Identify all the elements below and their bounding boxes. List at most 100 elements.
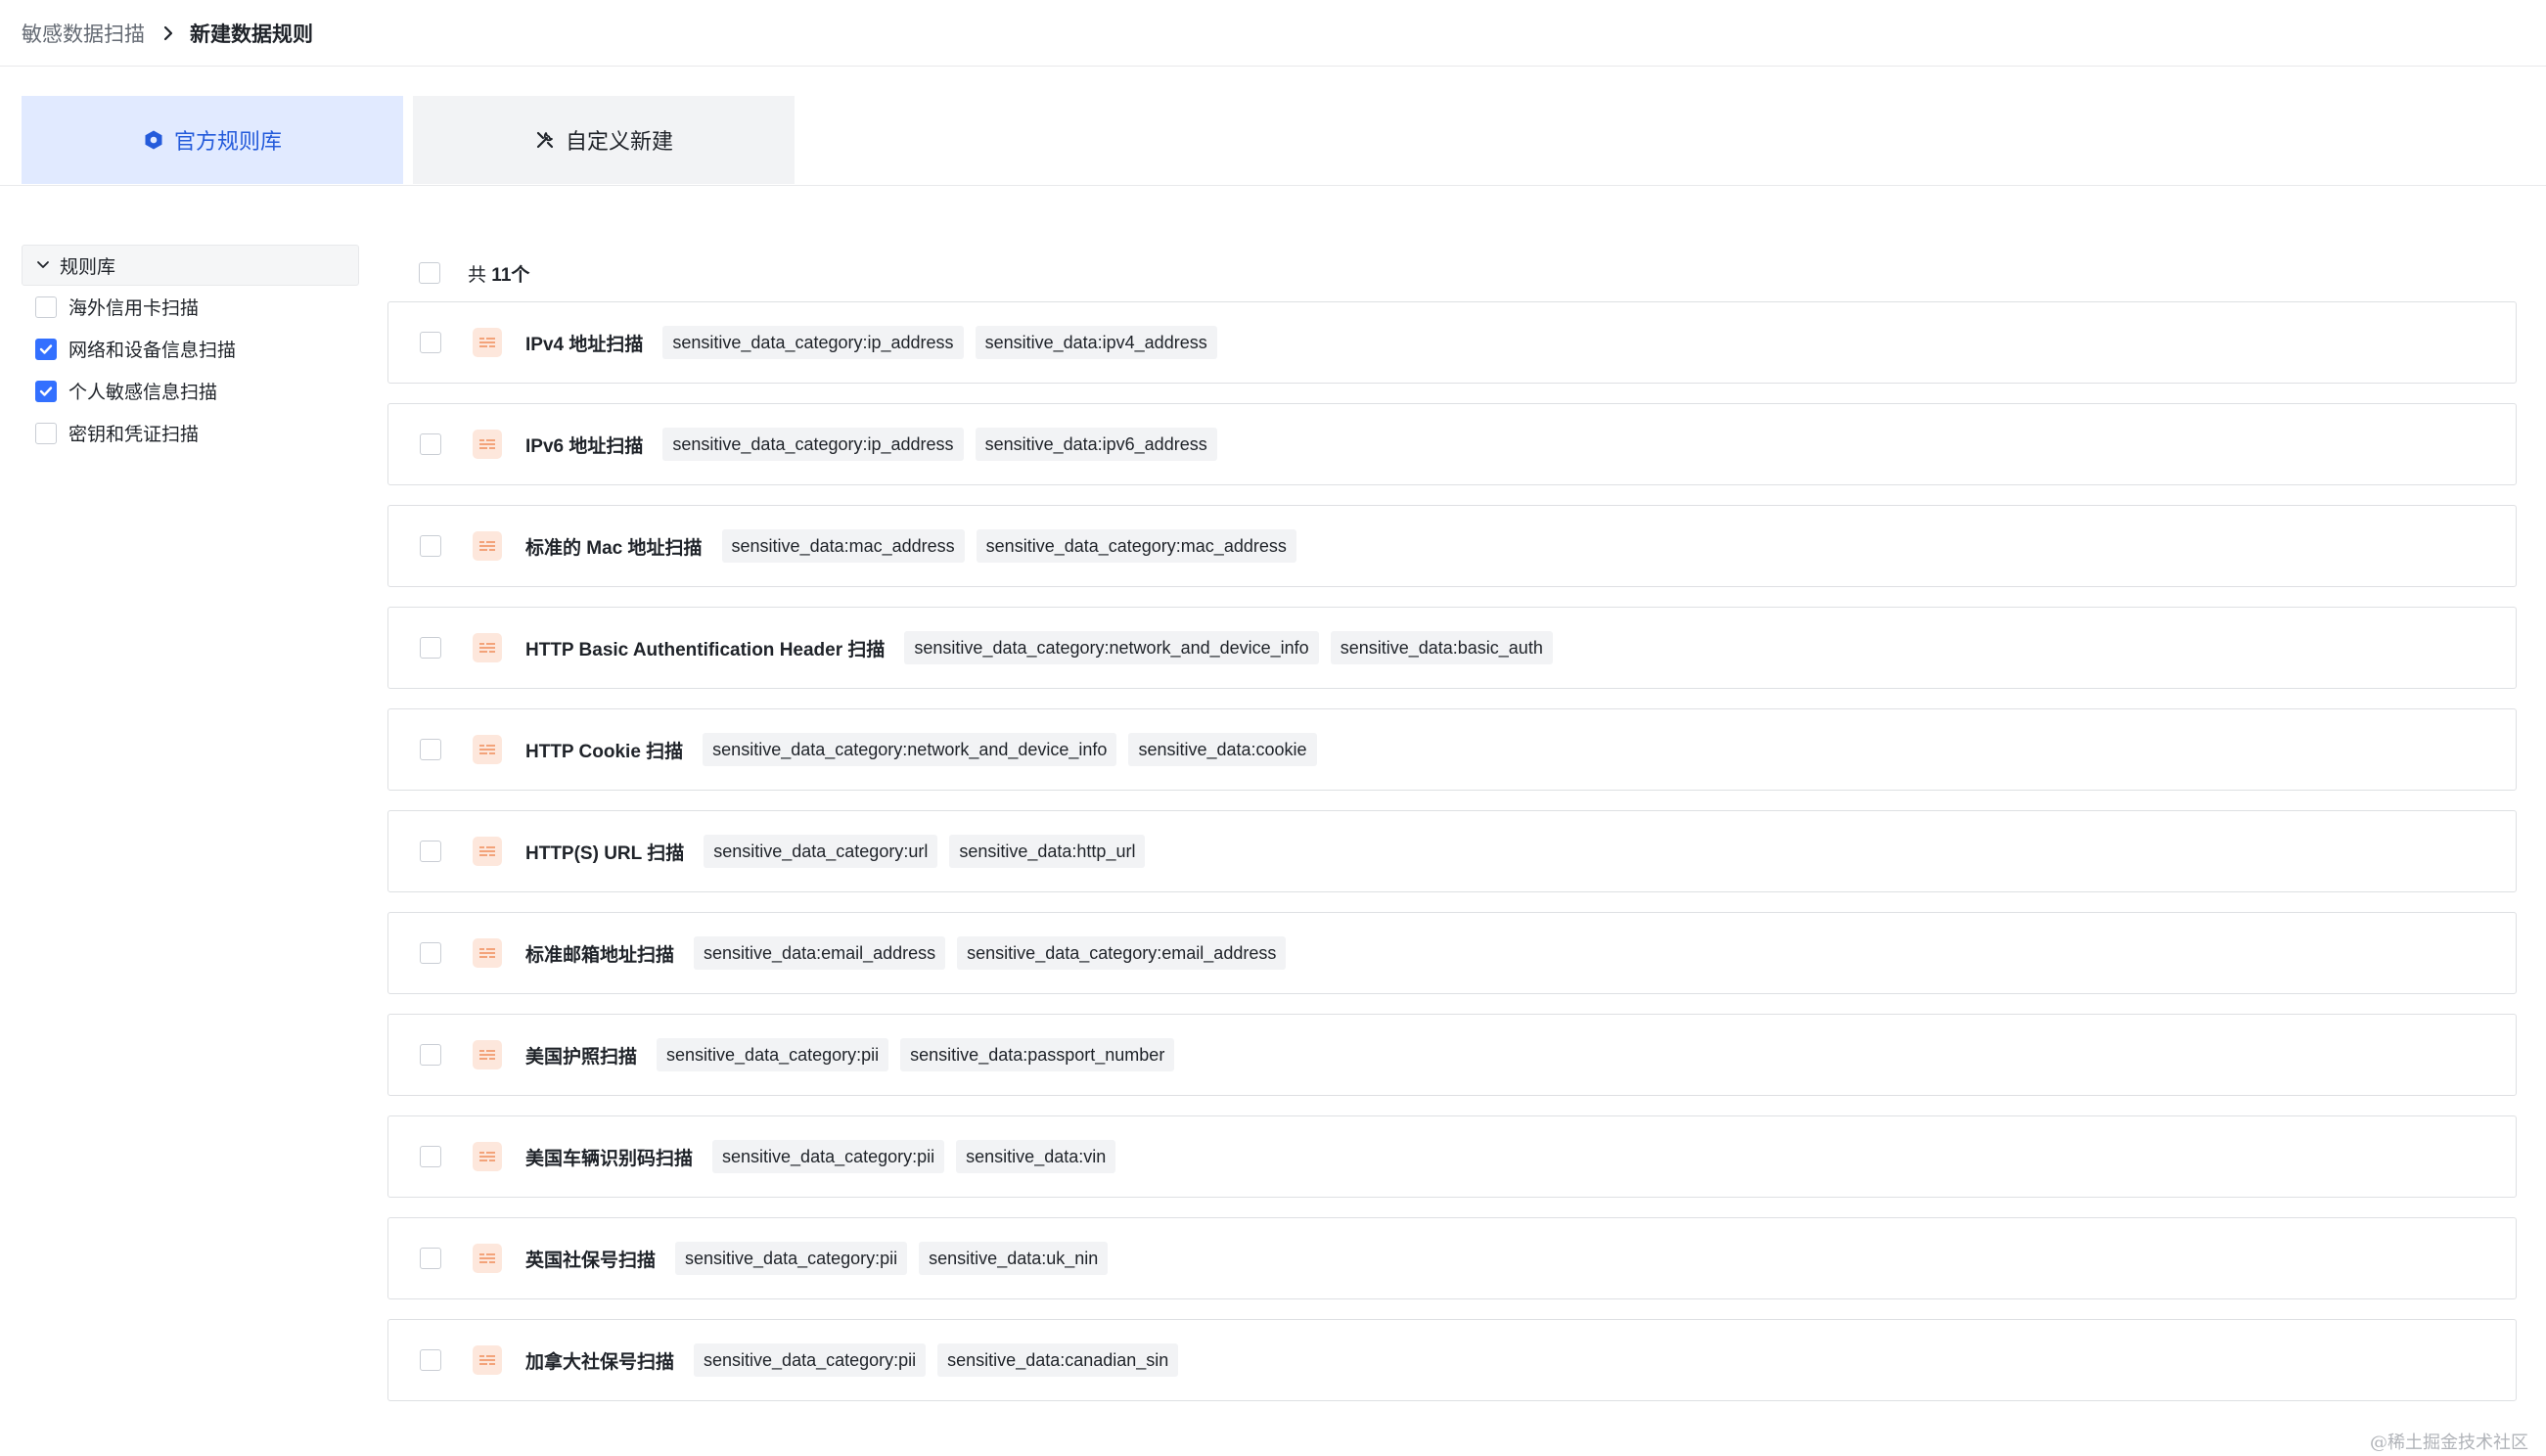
- chevron-down-icon: [36, 260, 50, 270]
- rule-tag: sensitive_data:cookie: [1128, 733, 1317, 766]
- tree-item[interactable]: 海外信用卡扫描: [22, 286, 359, 328]
- rule-list-icon: [473, 430, 502, 459]
- rule-list-icon: [473, 1040, 502, 1069]
- rule-row[interactable]: IPv4 地址扫描 sensitive_data_category:ip_addr…: [387, 301, 2517, 384]
- rule-name: 英国社保号扫描: [525, 1250, 657, 1271]
- rule-row[interactable]: IPv6 地址扫描 sensitive_data_category:ip_addr…: [387, 403, 2517, 485]
- tree-item-checkbox[interactable]: [35, 422, 57, 444]
- tools-icon: [534, 129, 556, 151]
- rule-list-icon: [473, 938, 502, 968]
- rule-name: HTTP(S) URL 扫描: [525, 842, 685, 864]
- tree-item-checkbox[interactable]: [35, 338, 57, 360]
- rule-checkbox[interactable]: [420, 637, 441, 659]
- mode-tabs: 官方规则库 自定义新建: [0, 67, 2546, 186]
- tree-item-label: 密钥和凭证扫描: [68, 425, 200, 445]
- tree-item-checkbox[interactable]: [35, 380, 57, 402]
- rule-tag: sensitive_data:canadian_sin: [937, 1343, 1179, 1377]
- tree-group-header[interactable]: 规则库: [22, 245, 359, 286]
- rule-row[interactable]: 英国社保号扫描 sensitive_data_category:pii sensit…: [387, 1217, 2517, 1299]
- tree-item[interactable]: 密钥和凭证扫描: [22, 412, 359, 454]
- select-all-checkbox[interactable]: [419, 262, 440, 284]
- rule-tag: sensitive_data_category:pii: [657, 1038, 889, 1071]
- rule-tag: sensitive_data_category:network_and_devi…: [904, 631, 1319, 664]
- rule-row[interactable]: 标准的 Mac 地址扫描 sensitive_data:mac_address se…: [387, 505, 2517, 587]
- rule-tag: sensitive_data_category:mac_address: [976, 529, 1296, 563]
- rule-list-icon: [473, 837, 502, 866]
- breadcrumb-parent-link[interactable]: 敏感数据扫描: [22, 19, 145, 48]
- list-header: 共 11个: [387, 245, 2517, 301]
- tab-official-library[interactable]: 官方规则库: [22, 96, 403, 184]
- tab-label: 官方规则库: [173, 129, 282, 154]
- rule-list-icon: [473, 531, 502, 561]
- breadcrumb: 敏感数据扫描 新建数据规则: [0, 0, 2546, 67]
- shield-hexagon-icon: [143, 129, 164, 151]
- rule-name: 标准的 Mac 地址扫描: [525, 537, 703, 559]
- rule-tag: sensitive_data:mac_address: [721, 529, 965, 563]
- rule-tag: sensitive_data:vin: [956, 1140, 1116, 1173]
- rule-tag: sensitive_data_category:ip_address: [662, 428, 964, 461]
- watermark: @稀土掘金技术社区: [2370, 1433, 2528, 1453]
- rule-name: 美国护照扫描: [525, 1046, 638, 1068]
- rule-name: HTTP Basic Authentification Header 扫描: [525, 639, 886, 660]
- total-count: 11个: [491, 264, 530, 286]
- rule-library-tree: 规则库 海外信用卡扫描网络和设备信息扫描 个人敏感信息扫描 密钥和凭证扫描: [22, 245, 359, 454]
- rule-checkbox[interactable]: [420, 1146, 441, 1167]
- rule-checkbox[interactable]: [420, 1044, 441, 1066]
- rule-name: 美国车辆识别码扫描: [525, 1148, 694, 1169]
- rule-list: 共 11个 IPv4 地址扫描 sensitive_data_category:i…: [387, 245, 2517, 1421]
- rule-tag: sensitive_data_category:ip_address: [662, 326, 964, 359]
- rule-checkbox[interactable]: [420, 433, 441, 455]
- rule-row[interactable]: 美国护照扫描 sensitive_data_category:pii sensiti…: [387, 1014, 2517, 1096]
- rule-tag: sensitive_data_category:network_and_devi…: [703, 733, 1117, 766]
- tab-custom-create[interactable]: 自定义新建: [413, 96, 795, 184]
- rule-tag: sensitive_data_category:email_address: [957, 936, 1287, 970]
- rule-tag: sensitive_data_category:pii: [712, 1140, 945, 1173]
- tree-item[interactable]: 网络和设备信息扫描: [22, 328, 359, 370]
- tree-item-label: 个人敏感信息扫描: [68, 383, 218, 403]
- rule-checkbox[interactable]: [420, 739, 441, 760]
- rule-list-icon: [473, 735, 502, 764]
- rule-name: 加拿大社保号扫描: [525, 1351, 675, 1373]
- total-prefix: 共: [468, 264, 487, 286]
- rule-list-icon: [473, 633, 502, 662]
- tree-item-label: 网络和设备信息扫描: [68, 341, 237, 361]
- rule-tag: sensitive_data_category:pii: [694, 1343, 927, 1377]
- page: 敏感数据扫描 新建数据规则 官方规则库 自定义新建 规则库 海外信用卡扫描 网络…: [0, 0, 2546, 1456]
- rule-list-icon: [473, 328, 502, 357]
- tree-group-label: 规则库: [60, 256, 116, 278]
- rule-checkbox[interactable]: [420, 942, 441, 964]
- rule-list-icon: [473, 1142, 502, 1171]
- rule-name: IPv6 地址扫描: [525, 435, 644, 457]
- rule-row[interactable]: 美国车辆识别码扫描 sensitive_data_category:pii sens…: [387, 1115, 2517, 1198]
- rule-checkbox[interactable]: [420, 1349, 441, 1371]
- rule-row[interactable]: 加拿大社保号扫描 sensitive_data_category:pii sensi…: [387, 1319, 2517, 1401]
- rule-tag: sensitive_data_category:url: [704, 835, 938, 868]
- chevron-right-icon: [162, 25, 174, 41]
- rule-row[interactable]: HTTP Basic Authentification Header 扫描 sen…: [387, 607, 2517, 689]
- rule-tag: sensitive_data:basic_auth: [1330, 631, 1553, 664]
- rule-checkbox[interactable]: [420, 535, 441, 557]
- rule-tag: sensitive_data:ipv6_address: [975, 428, 1217, 461]
- tab-label: 自定义新建: [565, 129, 673, 154]
- tree-item-checkbox[interactable]: [35, 296, 57, 318]
- rule-list-icon: [473, 1244, 502, 1273]
- rule-tag: sensitive_data:passport_number: [900, 1038, 1175, 1071]
- rule-list-icon: [473, 1345, 502, 1375]
- rule-tag: sensitive_data:ipv4_address: [975, 326, 1217, 359]
- tree-item-label: 海外信用卡扫描: [68, 298, 200, 319]
- rule-tag: sensitive_data:uk_nin: [919, 1242, 1109, 1275]
- rule-row[interactable]: HTTP(S) URL 扫描 sensitive_data_category:ur…: [387, 810, 2517, 892]
- rule-name: HTTP Cookie 扫描: [525, 741, 684, 762]
- rule-tag: sensitive_data:email_address: [694, 936, 946, 970]
- rule-tag: sensitive_data_category:pii: [675, 1242, 908, 1275]
- rule-name: 标准邮箱地址扫描: [525, 944, 675, 966]
- rule-row[interactable]: HTTP Cookie 扫描 sensitive_data_category:ne…: [387, 708, 2517, 791]
- rule-row[interactable]: 标准邮箱地址扫描 sensitive_data:email_address sens…: [387, 912, 2517, 994]
- rule-name: IPv4 地址扫描: [525, 334, 644, 355]
- rule-checkbox[interactable]: [420, 1248, 441, 1269]
- tree-item[interactable]: 个人敏感信息扫描: [22, 370, 359, 412]
- rule-tag: sensitive_data:http_url: [949, 835, 1146, 868]
- rule-checkbox[interactable]: [420, 332, 441, 353]
- page-title: 新建数据规则: [190, 23, 313, 46]
- rule-checkbox[interactable]: [420, 841, 441, 862]
